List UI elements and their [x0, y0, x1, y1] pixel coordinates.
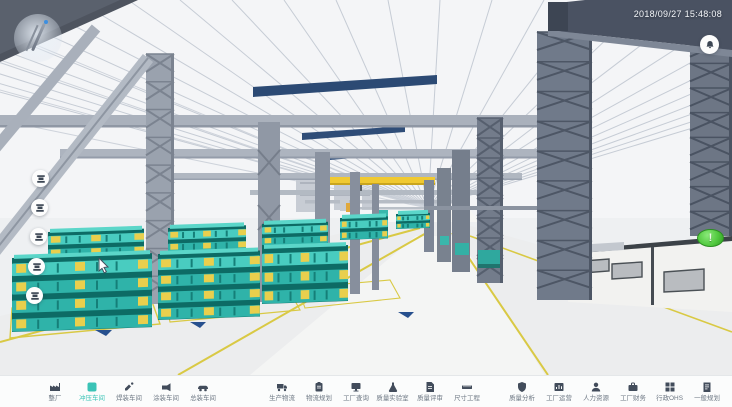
- toolbar-item-label: 行政OHS: [656, 395, 683, 402]
- app-window: 2018/09/27 15:48:08 ! 整厂 冲压车间 焊装车间 涂装车间 总装车间…: [0, 0, 732, 407]
- compass-north-dot: [44, 20, 48, 24]
- toolbar-item-quality-shield[interactable]: 质量分析: [503, 381, 540, 403]
- alert-symbol: !: [709, 232, 713, 244]
- general-planning-icon: [701, 381, 713, 393]
- scene-marker-button[interactable]: [32, 170, 49, 187]
- quality-review-icon: [424, 381, 436, 393]
- toolbar-item-label: 质量分析: [509, 395, 535, 402]
- main-right-column: [537, 32, 592, 300]
- toolbar-item-label: 尺寸工程: [454, 395, 480, 402]
- toolbar-item-label: 人力资源: [583, 395, 609, 402]
- alert-marker[interactable]: !: [697, 229, 724, 247]
- toolbar-item-quality-review[interactable]: 质量评审: [411, 381, 448, 403]
- toolbar-item-label: 生产物流: [269, 395, 295, 402]
- bottom-toolbar: 整厂 冲压车间 焊装车间 涂装车间 总装车间 生产物流 物流规划 工厂查询质量实验室 质量评审 尺…: [0, 375, 732, 407]
- finance-briefcase-icon: [627, 381, 639, 393]
- bell-icon: [705, 40, 715, 50]
- toolbar-item-stamping-workshop[interactable]: 冲压车间: [73, 381, 110, 403]
- toolbar-item-label: 涂装车间: [153, 395, 179, 402]
- toolbar-item-label: 物流规划: [306, 395, 332, 402]
- notification-button[interactable]: [700, 35, 719, 54]
- logistics-truck-icon: [276, 381, 288, 393]
- toolbar-item-quality-lab[interactable]: 质量实验室: [374, 381, 411, 403]
- toolbar-item-label: 焊装车间: [116, 395, 142, 402]
- welding-workshop-icon: [123, 381, 135, 393]
- toolbar-item-label: 工厂查询: [343, 395, 369, 402]
- toolbar-item-finance-briefcase[interactable]: 工厂财务: [614, 381, 651, 403]
- ohs-grid-icon: [664, 381, 676, 393]
- toolbar-item-label: 冲压车间: [79, 395, 105, 402]
- operations-chart-icon: [553, 381, 565, 393]
- toolbar-item-factory-query[interactable]: 工厂查询: [337, 381, 374, 403]
- toolbar-item-painting-workshop[interactable]: 涂装车间: [147, 381, 184, 403]
- toolbar-item-welding-workshop[interactable]: 焊装车间: [110, 381, 147, 403]
- planning-clipboard-icon: [313, 381, 325, 393]
- toolbar-item-label: 工厂财务: [620, 395, 646, 402]
- factory-3d-viewport[interactable]: 2018/09/27 15:48:08 !: [0, 0, 732, 375]
- press-station-icon: [36, 174, 46, 184]
- toolbar-item-label: 整厂: [48, 395, 61, 402]
- toolbar-item-label: 质量实验室: [376, 395, 408, 402]
- assembly-workshop-icon: [197, 381, 209, 393]
- press-station-icon: [35, 203, 45, 213]
- stamping-workshop-icon: [86, 381, 98, 393]
- scene-marker-button[interactable]: [26, 287, 43, 304]
- toolbar-item-assembly-workshop[interactable]: 总装车间: [184, 381, 221, 403]
- toolbar-item-label: 总装车间: [190, 395, 216, 402]
- toolbar-item-dimension-ruler[interactable]: 尺寸工程: [448, 381, 485, 403]
- toolbar-item-ohs-grid[interactable]: 行政OHS: [651, 381, 688, 403]
- toolbar-item-plant-overview[interactable]: 整厂: [36, 381, 73, 403]
- toolbar-item-hr-person[interactable]: 人力资源: [577, 381, 614, 403]
- plant-overview-icon: [49, 381, 61, 393]
- painting-workshop-icon: [160, 381, 172, 393]
- scene-marker-button[interactable]: [31, 199, 48, 216]
- toolbar-item-label: 一般规划: [694, 395, 720, 402]
- scene-marker-button[interactable]: [28, 258, 45, 275]
- factory-query-icon: [350, 381, 362, 393]
- press-station-icon: [32, 262, 42, 272]
- stamping-workshop-scene: [0, 0, 732, 375]
- toolbar-group-3: 质量分析 工厂运营 人力资源 工厂财务 行政OHS 一般规划: [503, 381, 725, 403]
- clock-display: 2018/09/27 15:48:08: [634, 9, 722, 19]
- press-station-icon: [34, 232, 44, 242]
- quality-shield-icon: [516, 381, 528, 393]
- toolbar-item-planning-clipboard[interactable]: 物流规划: [300, 381, 337, 403]
- scene-marker-button[interactable]: [30, 228, 47, 245]
- toolbar-item-logistics-truck[interactable]: 生产物流: [263, 381, 300, 403]
- navigation-gizmo[interactable]: [14, 14, 62, 62]
- toolbar-item-operations-chart[interactable]: 工厂运营: [540, 381, 577, 403]
- dimension-ruler-icon: [461, 381, 473, 393]
- toolbar-item-label: 质量评审: [417, 395, 443, 402]
- toolbar-group-1: 整厂 冲压车间 焊装车间 涂装车间 总装车间: [36, 381, 221, 403]
- hr-person-icon: [590, 381, 602, 393]
- toolbar-item-label: 工厂运营: [546, 395, 572, 402]
- quality-lab-icon: [387, 381, 399, 393]
- toolbar-item-general-planning[interactable]: 一般规划: [688, 381, 725, 403]
- mouse-cursor: [98, 258, 110, 279]
- toolbar-group-2: 生产物流 物流规划 工厂查询质量实验室 质量评审 尺寸工程: [263, 381, 485, 403]
- press-station-icon: [30, 291, 40, 301]
